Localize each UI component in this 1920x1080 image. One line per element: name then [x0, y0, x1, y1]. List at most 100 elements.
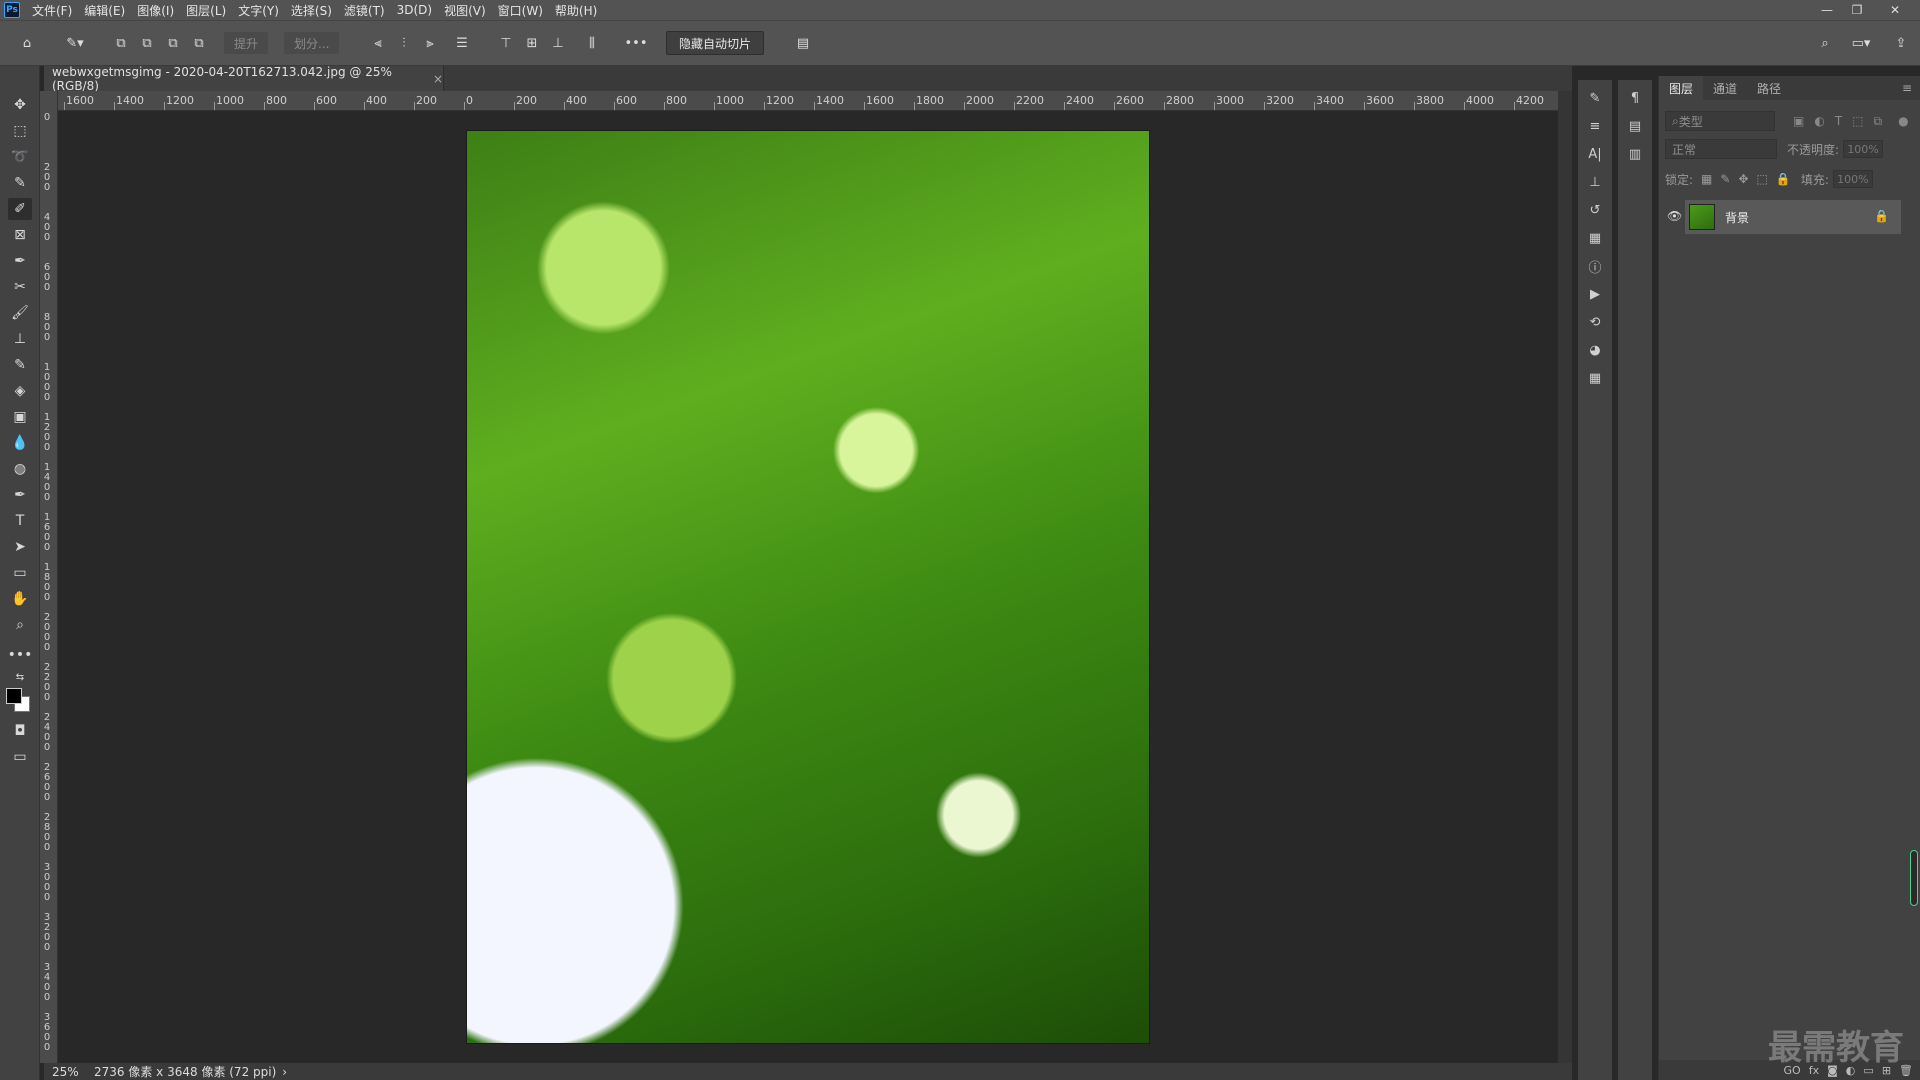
edit-toolbar-icon[interactable]: •••	[8, 644, 33, 666]
screen-mode-icon[interactable]: ▭	[8, 746, 32, 768]
layer-visibility-eye-icon[interactable]: 👁	[1667, 209, 1682, 223]
menu-type[interactable]: 文字(Y)	[232, 2, 285, 19]
lock-position-icon[interactable]: ✥	[1738, 172, 1748, 186]
tab-channels[interactable]: 通道	[1703, 76, 1747, 100]
zoom-level[interactable]: 25%	[44, 1065, 84, 1079]
menu-filter[interactable]: 滤镜(T)	[338, 2, 391, 19]
slice-options-icon[interactable]: ▤	[792, 31, 814, 55]
filter-type-icon[interactable]: T	[1835, 114, 1842, 128]
properties-icon[interactable]: ▦	[1585, 228, 1605, 248]
adjustments-icon[interactable]: ≡	[1585, 116, 1605, 136]
brush-settings-icon[interactable]: ✎	[1585, 88, 1605, 108]
stamp-tool-icon[interactable]: ⊥	[8, 328, 32, 350]
align-right-icon[interactable]: ⫸	[420, 31, 440, 55]
more-options-icon[interactable]: •••	[622, 31, 650, 55]
path-select-icon[interactable]: ➤	[8, 536, 32, 558]
search-icon[interactable]: ⌕	[1814, 31, 1836, 55]
hide-auto-slices-button[interactable]: 隐藏自动切片	[666, 31, 765, 55]
bring-front-icon[interactable]: ⧉	[110, 31, 132, 55]
eraser-tool-icon[interactable]: ◈	[8, 380, 32, 402]
pen-tool-icon[interactable]: ✒	[8, 484, 32, 506]
blur-tool-icon[interactable]: 💧	[8, 432, 32, 454]
timeline-icon[interactable]: ⟲	[1585, 312, 1605, 332]
layer-row-background[interactable]: 背景 🔒	[1685, 200, 1901, 234]
blend-mode-select[interactable]: 正常	[1665, 139, 1777, 159]
workspace-icon[interactable]: ▭▾	[1846, 31, 1876, 55]
menu-window[interactable]: 窗口(W)	[492, 2, 549, 19]
status-menu-arrow[interactable]: ›	[282, 1065, 287, 1079]
actions-icon[interactable]: ▶	[1585, 284, 1605, 304]
filter-shape-icon[interactable]: ⬚	[1852, 114, 1863, 128]
zoom-tool-icon[interactable]: ⌕	[8, 614, 32, 636]
align-top-icon[interactable]: ⊤	[496, 31, 516, 55]
minimize-icon[interactable]: —	[1812, 0, 1842, 20]
frame-tool-icon[interactable]: ⊠	[8, 224, 32, 246]
menu-select[interactable]: 选择(S)	[285, 2, 338, 19]
lift-button[interactable]: 提升	[224, 32, 269, 54]
align-bottom-icon[interactable]: ⊥	[548, 31, 568, 55]
rectangle-tool-icon[interactable]: ▭	[8, 562, 32, 584]
move-tool-icon[interactable]: ✥	[8, 94, 32, 116]
close-tab-icon[interactable]: ×	[433, 72, 443, 86]
history-icon[interactable]: ↺	[1585, 200, 1605, 220]
filter-adjustment-icon[interactable]: ◐	[1814, 114, 1824, 128]
lasso-tool-icon[interactable]: ➰	[8, 146, 32, 168]
send-backward-icon[interactable]: ⧉	[162, 31, 184, 55]
send-back-icon[interactable]: ⧉	[188, 31, 210, 55]
slice-select-tool-icon[interactable]: ✎▾	[58, 31, 92, 55]
type-tool-icon[interactable]: T	[8, 510, 32, 532]
color-icon[interactable]: ◕	[1585, 340, 1605, 360]
lock-artboard-icon[interactable]: ⬚	[1757, 172, 1768, 186]
distribute-icon[interactable]: ☰	[452, 31, 472, 55]
menu-edit[interactable]: 编辑(E)	[78, 2, 131, 19]
menu-file[interactable]: 文件(F)	[26, 2, 78, 19]
healing-tool-icon[interactable]: ✂	[8, 276, 32, 298]
lock-transparent-icon[interactable]: ▦	[1701, 172, 1712, 186]
filter-pixel-icon[interactable]: ▣	[1793, 114, 1804, 128]
restore-icon[interactable]: ❐	[1842, 0, 1872, 20]
panel-menu-icon[interactable]: ≡	[1902, 81, 1920, 95]
info-icon[interactable]: ⓘ	[1585, 256, 1605, 276]
menu-3d[interactable]: 3D(D)	[391, 3, 438, 17]
share-icon[interactable]: ⇪	[1890, 31, 1912, 55]
fill-input[interactable]: 100%	[1832, 170, 1873, 188]
brush-tool-icon[interactable]: 🖌	[8, 302, 32, 324]
table-icon[interactable]: ▦	[1585, 368, 1605, 388]
lock-all-icon[interactable]: 🔒	[1776, 172, 1791, 186]
dodge-tool-icon[interactable]: ◍	[8, 458, 32, 480]
menu-view[interactable]: 视图(V)	[438, 2, 492, 19]
slice-tool-icon[interactable]: ✐	[8, 198, 32, 220]
quick-mask-icon[interactable]: ◘	[8, 720, 32, 742]
bring-forward-icon[interactable]: ⧉	[136, 31, 158, 55]
canvas-area[interactable]	[58, 111, 1558, 1063]
divide-button[interactable]: 划分...	[284, 32, 340, 54]
swap-colors-icon[interactable]: ⇆	[8, 666, 32, 688]
hand-tool-icon[interactable]: ✋	[8, 588, 32, 610]
foreground-color-swatch[interactable]	[6, 688, 22, 704]
layer-filter-select[interactable]: ⌕ 类型	[1665, 111, 1775, 131]
gradient-tool-icon[interactable]: ▣	[8, 406, 32, 428]
marquee-tool-icon[interactable]: ⬚	[8, 120, 32, 142]
tab-paths[interactable]: 路径	[1747, 76, 1791, 100]
distribute-vertical-icon[interactable]: ⫼	[582, 31, 602, 55]
menu-help[interactable]: 帮助(H)	[549, 2, 603, 19]
quick-select-tool-icon[interactable]: ✎	[8, 172, 32, 194]
eyedropper-tool-icon[interactable]: ✒	[8, 250, 32, 272]
align-left-icon[interactable]: ⫷	[368, 31, 388, 55]
vertical-scrollbar[interactable]	[1558, 91, 1572, 1063]
filter-smart-object-icon[interactable]: ⧉	[1874, 114, 1883, 129]
libraries-icon[interactable]: ▤	[1625, 116, 1645, 136]
lock-pixels-icon[interactable]: ✎	[1720, 172, 1730, 186]
filter-toggle-icon[interactable]: ●	[1898, 114, 1908, 128]
clone-source-icon[interactable]: ⊥	[1585, 172, 1605, 192]
tab-layers[interactable]: 图层	[1659, 76, 1704, 100]
notes-icon[interactable]: ▥	[1625, 144, 1645, 164]
character-icon[interactable]: A|	[1585, 144, 1605, 164]
history-brush-icon[interactable]: ✎	[8, 354, 32, 376]
document-image[interactable]	[466, 130, 1150, 1044]
close-window-icon[interactable]: ✕	[1880, 0, 1910, 20]
document-tab[interactable]: webwxgetmsgimg - 2020-04-20T162713.042.j…	[44, 65, 444, 93]
opacity-input[interactable]: 100%	[1843, 140, 1884, 158]
menu-layer[interactable]: 图层(L)	[180, 2, 232, 19]
home-icon[interactable]: ⌂	[14, 31, 40, 55]
